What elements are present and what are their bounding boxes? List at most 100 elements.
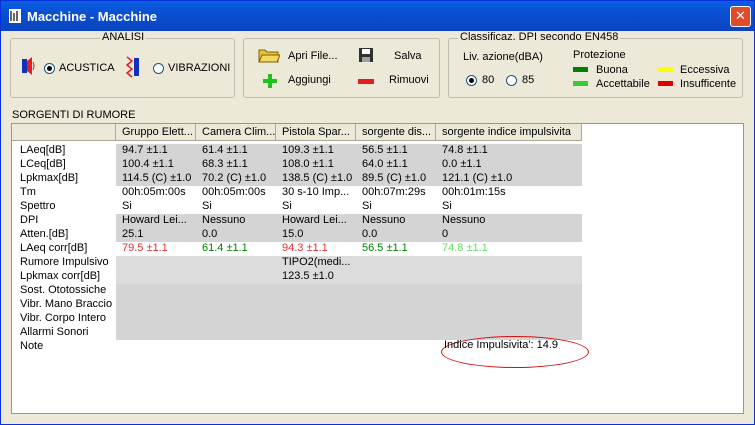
grid-cell[interactable]: 94.7 ±1.1 [116, 144, 196, 158]
open-file-button[interactable]: Apri File... [288, 50, 338, 62]
acustica-radio[interactable] [44, 63, 55, 74]
column-header[interactable]: Gruppo Elett... [116, 124, 196, 141]
grid-cell[interactable]: 00h:07m:29s [356, 186, 436, 200]
column-header[interactable]: Pistola Spar... [276, 124, 356, 141]
grid-cell[interactable]: 138.5 (C) ±1.0 [276, 172, 356, 186]
grid-cell[interactable] [436, 298, 582, 312]
grid-cell[interactable]: 15.0 [276, 228, 356, 242]
grid-cell[interactable] [436, 326, 582, 340]
vibrazioni-label[interactable]: VIBRAZIONI [168, 62, 230, 74]
liv-85-radio[interactable] [506, 75, 517, 86]
grid-cell[interactable]: 108.0 ±1.1 [276, 158, 356, 172]
grid-cell[interactable]: 68.3 ±1.1 [196, 158, 276, 172]
save-icon[interactable] [358, 47, 374, 63]
vibrazioni-radio[interactable] [153, 63, 164, 74]
grid-cell[interactable]: 0.0 [196, 228, 276, 242]
liv-80-label[interactable]: 80 [482, 74, 494, 86]
grid-cell[interactable]: 56.5 ±1.1 [356, 144, 436, 158]
grid-cell[interactable] [356, 298, 436, 312]
grid-cell[interactable] [196, 256, 276, 270]
close-button[interactable]: ✕ [730, 6, 751, 27]
grid-cell[interactable] [196, 340, 276, 354]
column-header[interactable]: sorgente dis... [356, 124, 436, 141]
grid-cell[interactable]: Nessuno [436, 214, 582, 228]
grid-cell[interactable] [116, 312, 196, 326]
grid-cell[interactable] [116, 298, 196, 312]
grid-cell[interactable]: 121.1 (C) ±1.0 [436, 172, 582, 186]
grid-cell[interactable] [436, 284, 582, 298]
grid-cell[interactable]: 114.5 (C) ±1.0 [116, 172, 196, 186]
grid-cell[interactable] [436, 312, 582, 326]
grid-cell[interactable]: 79.5 ±1.1 [116, 242, 196, 256]
grid-cell[interactable] [116, 340, 196, 354]
remove-button[interactable]: Rimuovi [389, 74, 429, 86]
grid-cell[interactable]: 00h:05m:00s [116, 186, 196, 200]
grid-cell[interactable]: 30 s-10 Imp... [276, 186, 356, 200]
grid-cell[interactable]: 74.8 ±1.1 [436, 242, 582, 256]
grid-cell[interactable]: Nessuno [356, 214, 436, 228]
grid-cell[interactable] [356, 270, 436, 284]
grid-cell[interactable]: 00h:05m:00s [196, 186, 276, 200]
grid-cell[interactable]: 61.4 ±1.1 [196, 242, 276, 256]
acustica-label[interactable]: ACUSTICA [59, 62, 115, 74]
grid-cell[interactable]: Howard Lei... [116, 214, 196, 228]
grid-cell[interactable] [196, 298, 276, 312]
grid-cell[interactable]: TIPO2(medi... [276, 256, 356, 270]
grid-cell[interactable]: 64.0 ±1.1 [356, 158, 436, 172]
grid-cell[interactable] [196, 270, 276, 284]
grid-cell[interactable] [356, 284, 436, 298]
grid-cell[interactable]: 100.4 ±1.1 [116, 158, 196, 172]
add-button[interactable]: Aggiungi [288, 74, 331, 86]
grid-cell[interactable]: Si [196, 200, 276, 214]
grid-cell[interactable]: 00h:01m:15s [436, 186, 582, 200]
grid-cell[interactable]: 94.3 ±1.1 [276, 242, 356, 256]
grid-cell[interactable] [276, 340, 356, 354]
grid-cell[interactable]: Si [276, 200, 356, 214]
grid-cell[interactable]: Si [436, 200, 582, 214]
grid-cell[interactable]: 74.8 ±1.1 [436, 144, 582, 158]
legend-label-insufficente: Insufficente [680, 78, 737, 90]
grid-cell[interactable]: 109.3 ±1.1 [276, 144, 356, 158]
add-icon[interactable] [262, 73, 278, 89]
grid-cell[interactable] [356, 326, 436, 340]
grid-cell[interactable] [276, 326, 356, 340]
grid-cell[interactable] [196, 326, 276, 340]
grid-cell[interactable] [116, 326, 196, 340]
title-bar[interactable]: Macchine - Macchine ✕ [1, 1, 754, 31]
grid-cell[interactable]: 70.2 (C) ±1.0 [196, 172, 276, 186]
column-header[interactable]: Camera Clim... [196, 124, 276, 141]
grid-cell[interactable] [116, 270, 196, 284]
grid-cell[interactable] [356, 340, 436, 354]
sorgenti-grid[interactable]: Gruppo Elett... Camera Clim... Pistola S… [11, 123, 744, 414]
remove-icon[interactable] [358, 79, 374, 85]
save-button[interactable]: Salva [394, 50, 422, 62]
column-header[interactable]: sorgente indice impulsivita [436, 124, 582, 141]
grid-cell[interactable]: Si [116, 200, 196, 214]
grid-cell[interactable] [116, 256, 196, 270]
grid-cell[interactable]: Howard Lei... [276, 214, 356, 228]
open-folder-icon[interactable] [258, 46, 280, 64]
grid-cell[interactable]: 61.4 ±1.1 [196, 144, 276, 158]
grid-cell[interactable]: Indice Impulsivita': 14.9 [438, 339, 584, 353]
grid-cell[interactable] [356, 312, 436, 326]
grid-cell[interactable]: Nessuno [196, 214, 276, 228]
liv-80-radio[interactable] [466, 75, 477, 86]
grid-cell[interactable] [276, 284, 356, 298]
grid-cell[interactable] [276, 312, 356, 326]
grid-cell[interactable]: 89.5 (C) ±1.0 [356, 172, 436, 186]
grid-cell[interactable]: 25.1 [116, 228, 196, 242]
grid-cell[interactable]: 0.0 [356, 228, 436, 242]
grid-cell[interactable]: 0 [436, 228, 582, 242]
grid-cell[interactable] [436, 270, 582, 284]
grid-cell[interactable] [436, 256, 582, 270]
grid-cell[interactable] [356, 256, 436, 270]
liv-85-label[interactable]: 85 [522, 74, 534, 86]
grid-cell[interactable]: 0.0 ±1.1 [436, 158, 582, 172]
grid-cell[interactable] [196, 312, 276, 326]
grid-cell[interactable]: 56.5 ±1.1 [356, 242, 436, 256]
grid-cell[interactable]: Si [356, 200, 436, 214]
grid-cell[interactable] [276, 298, 356, 312]
grid-cell[interactable] [116, 284, 196, 298]
grid-cell[interactable]: 123.5 ±1.0 [276, 270, 356, 284]
grid-cell[interactable] [196, 284, 276, 298]
